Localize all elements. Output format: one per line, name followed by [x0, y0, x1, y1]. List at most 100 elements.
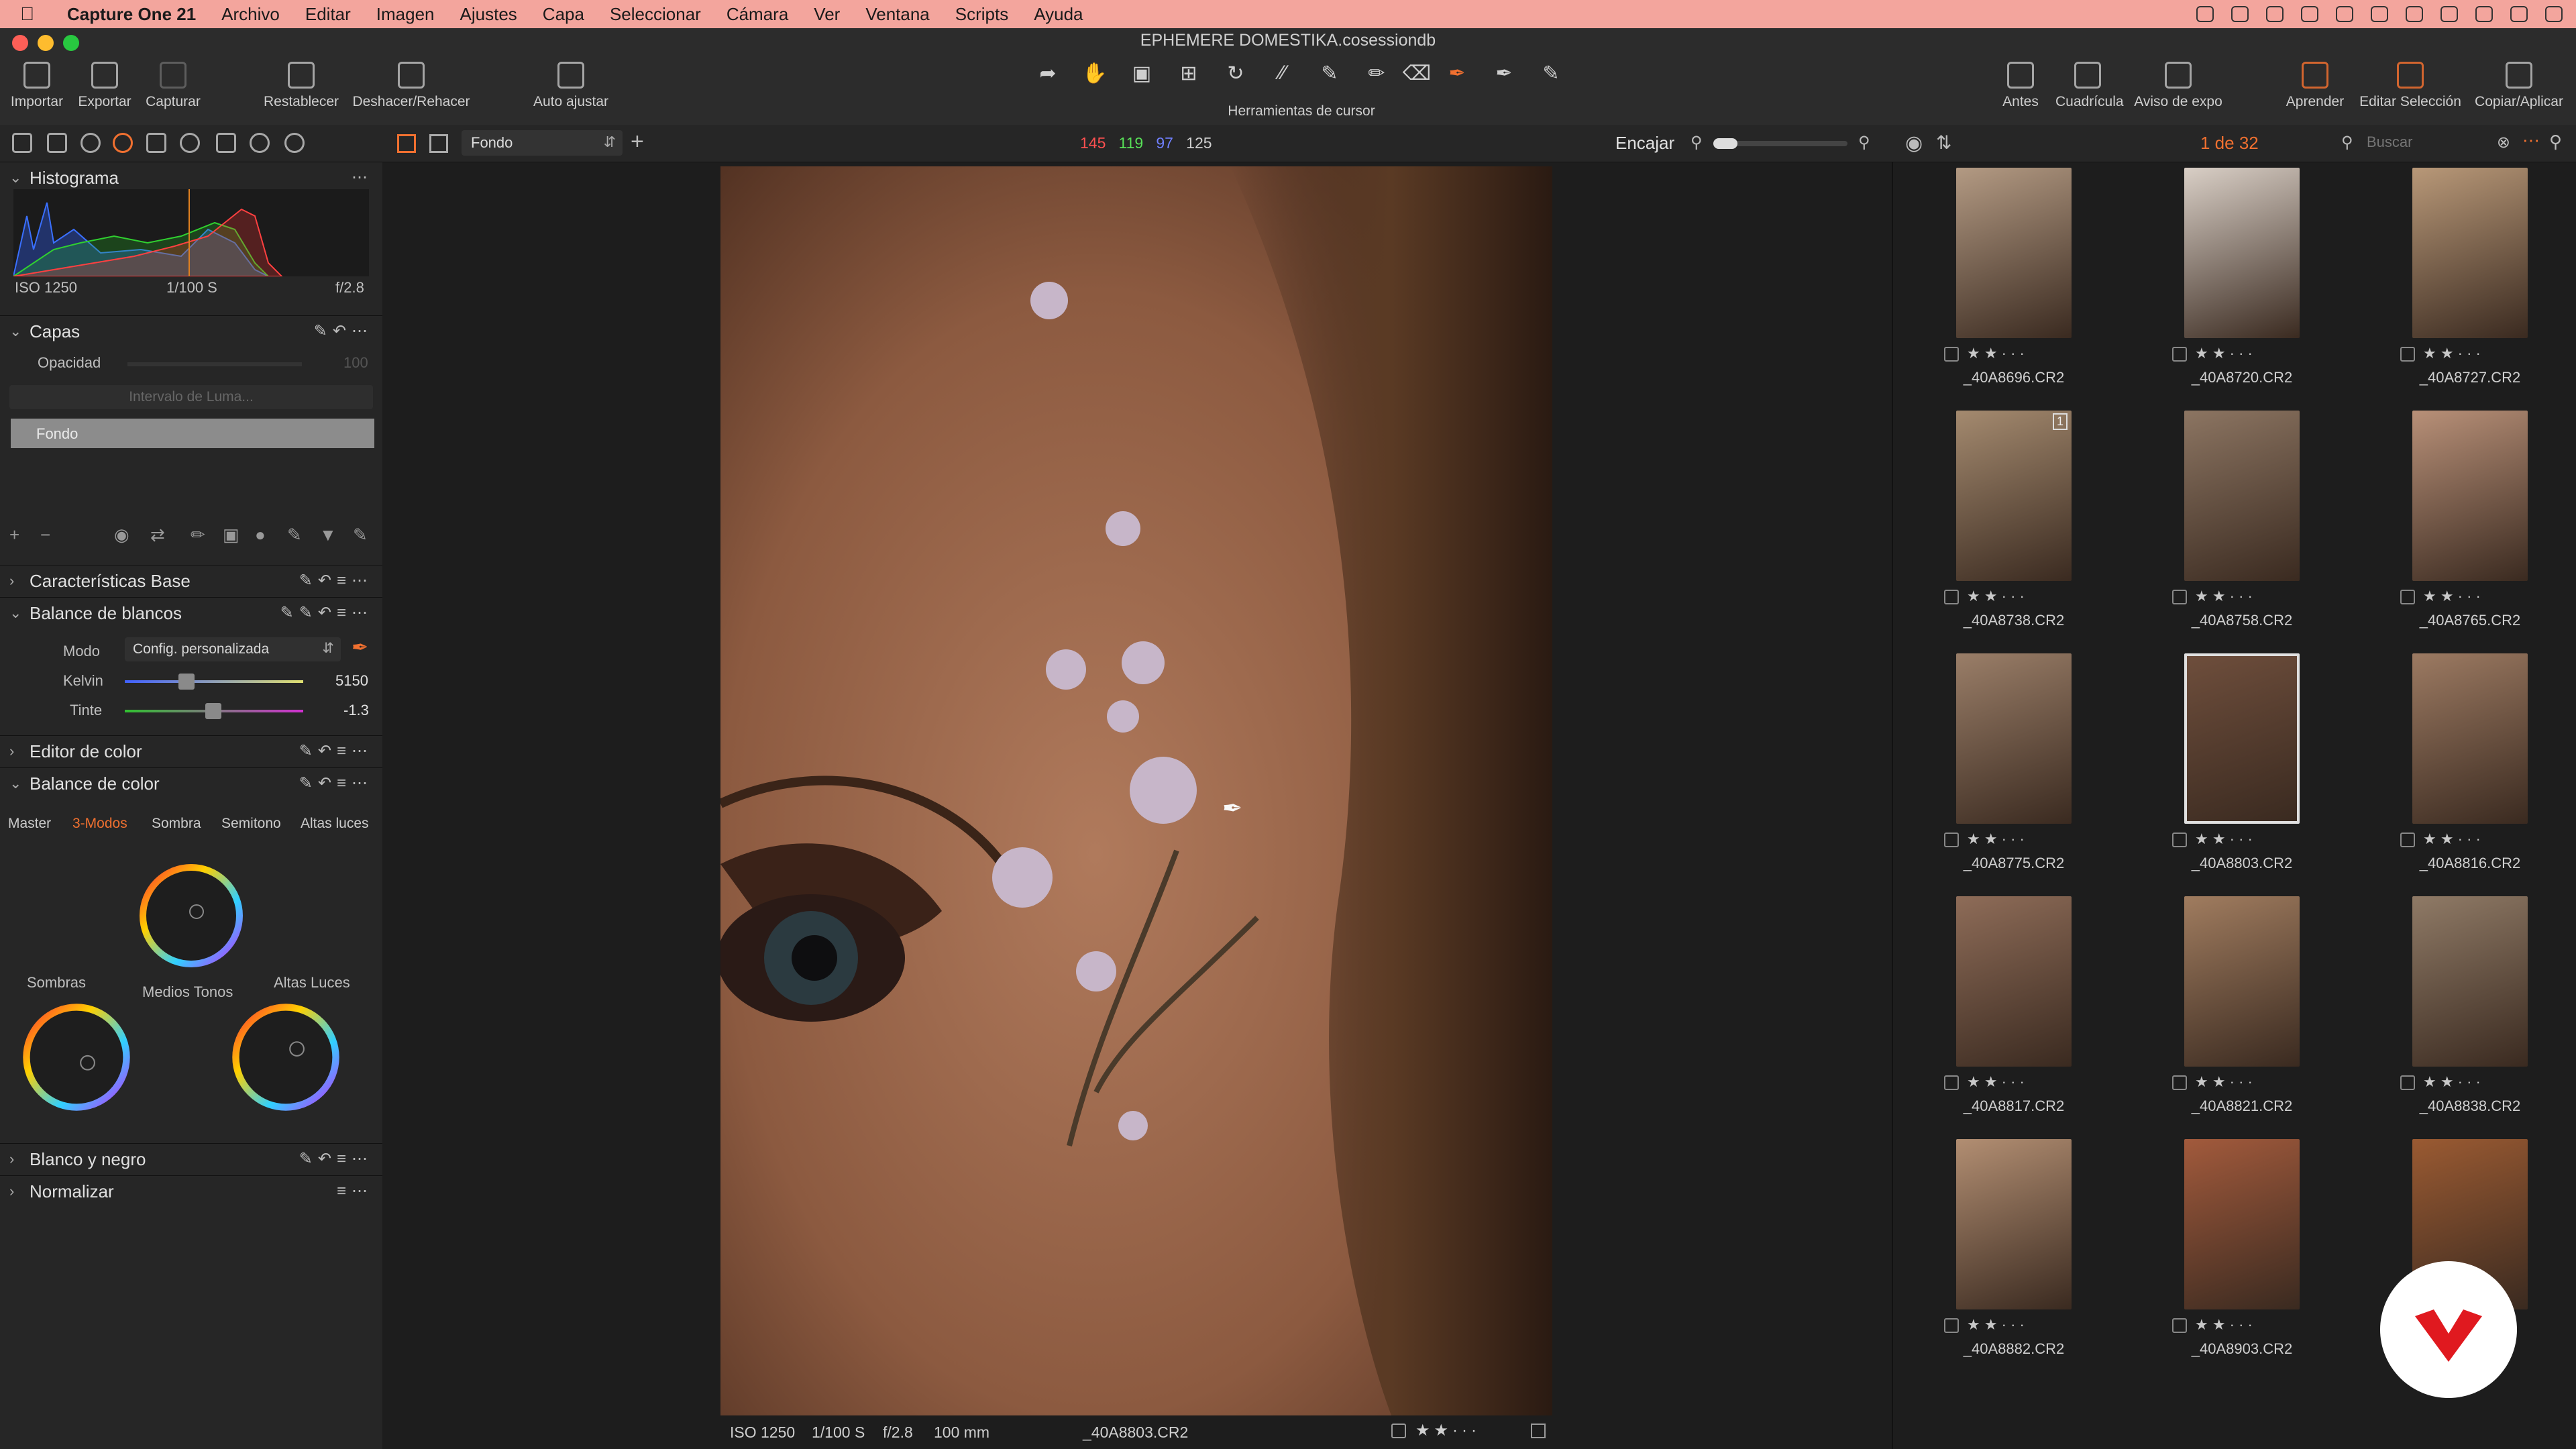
exposure-warning-button[interactable]: Aviso de expo — [2128, 62, 2229, 110]
import-button[interactable]: Importar — [7, 62, 67, 110]
thumbnail-item[interactable]: ★ ★ · · · _40A8821.CR2 — [2135, 896, 2349, 1138]
tab-shadow[interactable]: Sombra — [152, 816, 201, 832]
thumbnail-rating[interactable]: ★ ★ · · · — [1944, 345, 2025, 362]
tint-slider-thumb[interactable] — [205, 703, 221, 719]
thumbnail-item[interactable]: ★ ★ · · · _40A8816.CR2 — [2363, 653, 2576, 895]
zoom-slider-thumb[interactable] — [1713, 138, 1737, 149]
thumbnail-rating[interactable]: ★ ★ · · · — [1944, 588, 2025, 605]
color-editor-header[interactable]: › Editor de color ✎↶≡⋯ — [0, 735, 382, 766]
tab-details[interactable] — [180, 133, 200, 153]
pen-icon[interactable]: ✎ — [353, 525, 368, 545]
tab-master[interactable]: Master — [8, 816, 51, 832]
menu-ayuda[interactable]: Ayuda — [1034, 4, 1083, 25]
layer-item-background[interactable]: Fondo — [11, 419, 374, 448]
search-field[interactable]: ⚲ ⊗ — [2341, 130, 2516, 157]
single-view-icon[interactable] — [429, 134, 448, 153]
thumbnail-rating[interactable]: ★ ★ · · · — [1944, 1073, 2025, 1091]
menu-imagen[interactable]: Imagen — [376, 4, 435, 25]
wifi-icon[interactable] — [2406, 6, 2423, 22]
tab-settings[interactable] — [284, 133, 305, 153]
thumbnail-checkbox[interactable] — [2172, 1318, 2187, 1334]
section-actions[interactable]: ✎↶≡⋯ — [299, 773, 373, 793]
thumbnail-checkbox[interactable] — [1944, 833, 1959, 848]
thumbnail-item[interactable]: ★ ★ · · · _40A8817.CR2 — [1907, 896, 2121, 1138]
thumbnail-checkbox[interactable] — [1944, 347, 1959, 362]
status-icon[interactable] — [2196, 6, 2214, 22]
keystone-cursor-tool[interactable]: ∕∕ — [1265, 62, 1300, 89]
thumbnail-rating[interactable]: ★ ★ · · · — [1944, 1316, 2025, 1334]
status-icon[interactable] — [2336, 6, 2353, 22]
opacity-value[interactable]: 100 — [343, 354, 368, 372]
tab-exposure[interactable] — [146, 133, 166, 153]
thumbnail-image[interactable] — [2184, 411, 2300, 581]
status-icon[interactable] — [2301, 6, 2318, 22]
thumbnail-rating[interactable]: ★ ★ · · · — [1944, 830, 2025, 848]
main-photo[interactable] — [720, 166, 1552, 1415]
layer-select[interactable]: Fondo ⇵ — [462, 130, 623, 156]
thumbnail-checkbox[interactable] — [2400, 347, 2415, 362]
menu-capa[interactable]: Capa — [543, 4, 584, 25]
thumbnail-image[interactable] — [1956, 653, 2072, 824]
apple-menu-icon[interactable]:  — [20, 3, 47, 25]
wb-mode-select[interactable]: Config. personalizada ⇵ — [125, 637, 341, 661]
add-layer-icon[interactable]: + — [9, 525, 19, 545]
status-icon[interactable] — [2266, 6, 2284, 22]
thumbnail-image[interactable] — [2412, 411, 2528, 581]
zoom-slider[interactable] — [1713, 138, 1847, 149]
highlights-color-wheel[interactable] — [227, 998, 345, 1116]
black-white-header[interactable]: › Blanco y negro ✎↶≡⋯ — [0, 1143, 382, 1174]
spot-cursor-tool[interactable]: ✎ — [1312, 62, 1347, 89]
auto-adjust-button[interactable]: Auto ajustar — [527, 62, 614, 110]
remove-layer-icon[interactable]: − — [40, 525, 50, 545]
thumbnail-image[interactable] — [2412, 653, 2528, 824]
shadows-color-wheel[interactable] — [17, 998, 136, 1116]
radial-icon[interactable]: ● — [255, 525, 266, 545]
bluetooth-icon[interactable] — [2440, 6, 2458, 22]
thumbnail-image[interactable] — [2412, 168, 2528, 338]
menu-ajustes[interactable]: Ajustes — [460, 4, 517, 25]
thumbnail-checkbox[interactable] — [2172, 833, 2187, 848]
tab-highlights[interactable]: Altas luces — [301, 816, 369, 832]
zoom-out-icon[interactable]: ⚲ — [1690, 133, 1703, 152]
erase-icon[interactable]: ✎ — [287, 525, 302, 545]
menu-camara[interactable]: Cámara — [727, 4, 788, 25]
copy-apply-button[interactable]: Copiar/Aplicar — [2469, 62, 2569, 110]
select-cursor-tool[interactable]: ➦ — [1030, 62, 1065, 89]
thumbnail-rating[interactable]: ★ ★ · · · — [2400, 830, 2481, 848]
tint-slider[interactable] — [125, 703, 303, 719]
thumbnail-item[interactable]: ★ ★ · · · _40A8803.CR2 — [2135, 653, 2349, 895]
star-rating[interactable]: ★★··· — [1415, 1421, 1481, 1440]
crop-cursor-tool[interactable]: ⊞ — [1171, 62, 1206, 89]
thumbnail-checkbox[interactable] — [2172, 347, 2187, 362]
thumbnail-checkbox[interactable] — [1944, 590, 1959, 605]
thumbnail-checkbox[interactable] — [2400, 833, 2415, 848]
erase-mask-cursor-tool[interactable]: ⌫ — [1399, 62, 1434, 89]
menu-scripts[interactable]: Scripts — [955, 4, 1008, 25]
grid-button[interactable]: Cuadrícula — [2055, 62, 2124, 110]
thumbnail-image[interactable] — [2412, 896, 2528, 1067]
tab-3-modes[interactable]: 3-Modos — [72, 816, 127, 832]
thumbnail-item[interactable]: ★ ★ · · · _40A8765.CR2 — [2363, 411, 2576, 652]
color-balance-header[interactable]: ⌄ Balance de color ✎↶≡⋯ — [0, 767, 382, 798]
annotate-cursor-tool[interactable]: ✎ — [1534, 62, 1568, 89]
rotate-cursor-tool[interactable]: ↻ — [1218, 62, 1253, 89]
pan-cursor-tool[interactable]: ✋ — [1077, 62, 1112, 89]
base-characteristics-header[interactable]: › Características Base ✎↶≡⋯ — [0, 565, 382, 596]
thumbnail-rating[interactable]: ★ ★ · · · — [2172, 1073, 2253, 1091]
thumbnail-checkbox[interactable] — [1944, 1075, 1959, 1091]
add-layer-icon[interactable]: + — [631, 129, 644, 155]
kelvin-slider-thumb[interactable] — [178, 674, 195, 690]
filter-search-icon[interactable]: ⚲ — [2549, 131, 2562, 152]
thumbnail-item[interactable]: ★ ★ · · · _40A8720.CR2 — [2135, 168, 2349, 409]
reset-button[interactable]: Restablecer — [258, 62, 345, 110]
section-actions[interactable]: ≡⋯ — [337, 1181, 373, 1201]
draw-mask-cursor-tool[interactable]: ✏ — [1359, 62, 1394, 89]
section-actions[interactable]: ✎✎↶≡⋯ — [280, 603, 373, 623]
menu-seleccionar[interactable]: Seleccionar — [610, 4, 701, 25]
thumbnail-rating[interactable]: ★ ★ · · · — [2172, 345, 2253, 362]
thumbnail-item[interactable]: 1 ★ ★ · · · _40A8738.CR2 — [1907, 411, 2121, 652]
thumbnail-item[interactable]: ★ ★ · · · _40A8903.CR2 — [2135, 1139, 2349, 1381]
thumbnail-item[interactable]: ★ ★ · · · _40A8775.CR2 — [1907, 653, 2121, 895]
eye-icon[interactable]: ◉ — [1905, 131, 1923, 155]
more-options-icon[interactable]: ⋯ — [2522, 130, 2540, 151]
